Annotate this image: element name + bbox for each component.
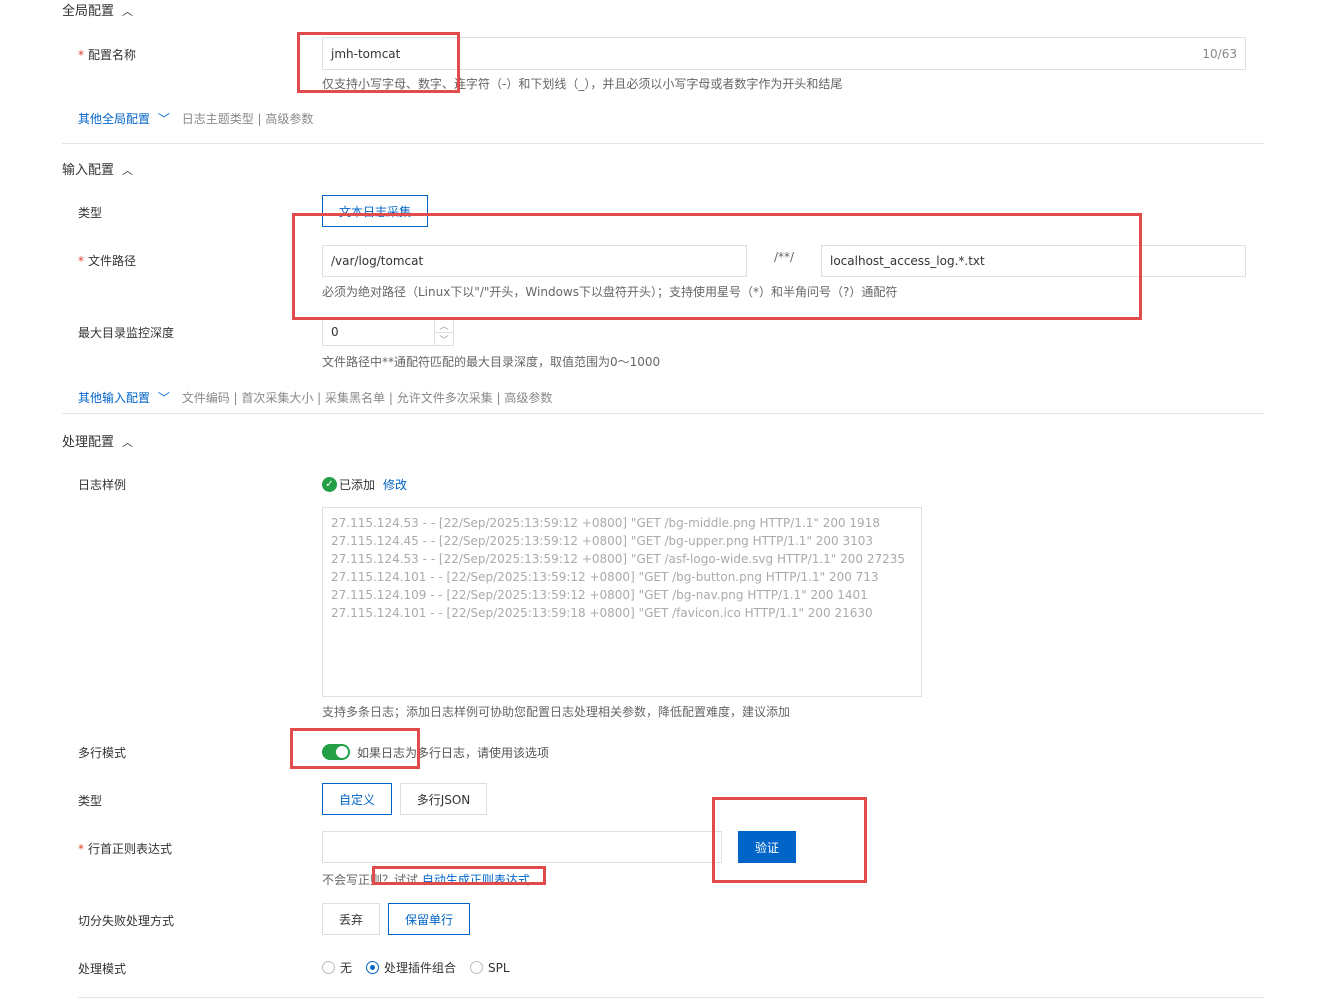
divider (78, 997, 1264, 998)
auto-generate-regex-link[interactable]: 自动生成正则表达式 (422, 873, 530, 887)
regex-input[interactable] (322, 831, 722, 863)
divider (62, 413, 1264, 414)
config-name-input[interactable]: jmh-tomcat 10/63 (322, 37, 1246, 70)
input-type-label: 类型 (78, 206, 103, 220)
path-dir-input[interactable]: /var/log/tomcat (322, 245, 747, 277)
config-name-value: jmh-tomcat (331, 46, 401, 61)
chevron-up-icon[interactable]: ︿ (122, 436, 133, 449)
regex-hint-text: 不会写正则？试试 (322, 873, 419, 887)
max-depth-label: 最大目录监控深度 (78, 326, 175, 340)
path-separator: /**/ (774, 250, 795, 264)
multiline-toggle[interactable] (322, 744, 350, 760)
chevron-down-icon[interactable]: ﹀ (158, 391, 170, 405)
input-section-title[interactable]: 输入配置 ︿ (62, 159, 133, 178)
process-section-title[interactable]: 处理配置 ︿ (62, 431, 133, 450)
radio-spl-label[interactable]: SPL (488, 961, 510, 975)
sample-added-text: 已添加 (339, 478, 376, 492)
config-name-label-text: 配置名称 (88, 48, 137, 62)
other-global-config: 其他全局配置 ﹀ 日志主题类型 | 高级参数 (78, 110, 313, 127)
required-mark: * (78, 254, 84, 268)
log-sample-textarea[interactable]: 27.115.124.53 - - [22/Sep/2025:13:59:12 … (322, 507, 922, 697)
max-depth-value: 0 (331, 325, 339, 339)
type-custom-button[interactable]: 自定义 (322, 783, 392, 815)
log-sample-hint: 支持多条日志；添加日志样例可协助您配置日志处理相关参数，降低配置难度，建议添加 (322, 705, 791, 719)
process-mode-label: 处理模式 (78, 962, 127, 976)
max-depth-stepper[interactable]: 0 ︿ ﹀ (322, 318, 454, 346)
chevron-up-icon[interactable]: ︿ (122, 164, 133, 177)
other-input-config: 其他输入配置 ﹀ 文件编码 | 首次采集大小 | 采集黑名单 | 允许文件多次采… (78, 389, 552, 406)
type-multiline-json-button[interactable]: 多行JSON (400, 783, 487, 815)
path-file-value: localhost_access_log.*.txt (830, 254, 985, 268)
decrement-icon[interactable]: ﹀ (435, 333, 453, 346)
other-global-items: 日志主题类型 | 高级参数 (181, 112, 314, 126)
file-path-label: * 文件路径 (78, 252, 136, 269)
path-dir-value: /var/log/tomcat (331, 254, 424, 268)
other-input-items: 文件编码 | 首次采集大小 | 采集黑名单 | 允许文件多次采集 | 高级参数 (181, 391, 553, 405)
file-path-label-text: 文件路径 (88, 254, 137, 268)
radio-plugins-label[interactable]: 处理插件组合 (384, 959, 456, 976)
config-name-label: * 配置名称 (78, 46, 136, 63)
char-counter: 10/63 (1202, 46, 1237, 61)
log-sample-status: ✓ 已添加 修改 (322, 476, 407, 493)
keep-single-line-button[interactable]: 保留单行 (388, 903, 470, 935)
multiline-hint: 如果日志为多行日志，请使用该选项 (357, 746, 550, 760)
max-depth-hint: 文件路径中**通配符匹配的最大目录深度，取值范围为0～1000 (322, 355, 661, 369)
path-file-input[interactable]: localhost_access_log.*.txt (821, 245, 1246, 277)
global-section-label: 全局配置 (62, 4, 115, 19)
required-mark: * (78, 48, 84, 62)
verify-button[interactable]: 验证 (738, 831, 796, 863)
toggle-knob (336, 746, 348, 758)
edit-sample-link[interactable]: 修改 (383, 476, 407, 493)
regex-label-text: 行首正则表达式 (88, 842, 173, 856)
radio-plugins[interactable] (366, 961, 380, 974)
chevron-down-icon[interactable]: ﹀ (158, 112, 170, 126)
regex-hint: 不会写正则？试试 自动生成正则表达式 (322, 871, 530, 888)
radio-spl[interactable] (470, 961, 484, 974)
log-line: 27.115.124.109 - - [22/Sep/2025:13:59:12… (331, 588, 868, 602)
config-name-hint: 仅支持小写字母、数字、连字符（-）和下划线（_），并且必须以小写字母或者数字作为… (322, 77, 843, 91)
text-log-collect-button[interactable]: 文本日志采集 (322, 195, 428, 227)
split-fail-label: 切分失败处理方式 (78, 914, 175, 928)
process-mode-radio-group: 无 处理插件组合 SPL (322, 959, 510, 976)
file-path-hint: 必须为绝对路径（Linux下以"/"开头，Windows下以盘符开头）；支持使用… (322, 285, 898, 299)
other-global-config-link[interactable]: 其他全局配置 (78, 112, 150, 126)
other-input-config-link[interactable]: 其他输入配置 (78, 391, 150, 405)
increment-icon[interactable]: ︿ (435, 319, 453, 333)
divider (62, 143, 1264, 144)
log-line: 27.115.124.45 - - [22/Sep/2025:13:59:12 … (331, 534, 874, 548)
regex-label: * 行首正则表达式 (78, 840, 172, 857)
log-line: 27.115.124.101 - - [22/Sep/2025:13:59:18… (331, 606, 873, 620)
multiline-type-label: 类型 (78, 794, 103, 808)
global-section-title[interactable]: 全局配置 ︿ (62, 0, 133, 19)
check-circle-icon: ✓ (322, 477, 337, 492)
discard-button[interactable]: 丢弃 (322, 903, 380, 935)
multiline-label: 多行模式 (78, 746, 127, 760)
chevron-up-icon[interactable]: ︿ (122, 5, 133, 18)
required-mark: * (78, 842, 84, 856)
log-line: 27.115.124.53 - - [22/Sep/2025:13:59:12 … (331, 552, 906, 566)
input-section-label: 输入配置 (62, 163, 115, 178)
log-line: 27.115.124.101 - - [22/Sep/2025:13:59:12… (331, 570, 879, 584)
radio-none-label[interactable]: 无 (340, 959, 352, 976)
radio-none[interactable] (322, 961, 335, 974)
process-section-label: 处理配置 (62, 435, 115, 450)
log-line: 27.115.124.53 - - [22/Sep/2025:13:59:12 … (331, 516, 880, 530)
log-sample-label: 日志样例 (78, 478, 127, 492)
